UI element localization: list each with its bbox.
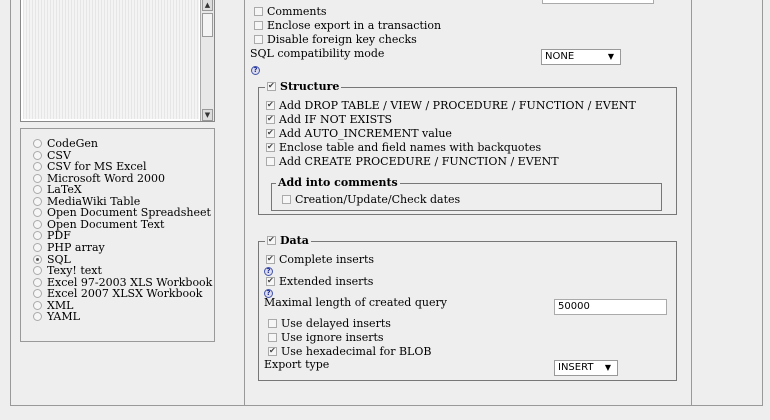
- ignore-inserts-checkbox[interactable]: [268, 333, 277, 342]
- hex-blob-checkbox[interactable]: [268, 345, 277, 357]
- dropdown-arrow-icon: ▼: [604, 363, 611, 372]
- complete-inserts-option[interactable]: Complete inserts: [266, 253, 374, 266]
- format-option[interactable]: LaTeX: [33, 184, 82, 195]
- structure-option-checkbox[interactable]: [266, 127, 275, 139]
- structure-option-label: Enclose table and field names with backq…: [279, 141, 542, 154]
- format-option[interactable]: CodeGen: [33, 138, 98, 149]
- scroll-up-icon[interactable]: ▲: [202, 0, 213, 11]
- format-option[interactable]: Excel 2007 XLSX Workbook: [33, 288, 202, 299]
- structure-option-label: Add CREATE PROCEDURE / FUNCTION / EVENT: [279, 155, 559, 168]
- delayed-inserts-option[interactable]: Use delayed inserts: [268, 318, 391, 330]
- format-radio[interactable]: [33, 312, 42, 322]
- format-option[interactable]: CSV: [33, 150, 71, 161]
- structure-option-checkbox[interactable]: [266, 99, 275, 111]
- structure-option[interactable]: Add DROP TABLE / VIEW / PROCEDURE / FUNC…: [266, 99, 636, 112]
- foreign-keys-checkbox[interactable]: [254, 35, 263, 44]
- format-radio[interactable]: [33, 162, 42, 172]
- extended-inserts-option[interactable]: Extended inserts: [266, 275, 373, 288]
- format-radio[interactable]: [33, 266, 42, 276]
- format-option[interactable]: XML: [33, 300, 73, 311]
- compat-mode-label: SQL compatibility mode: [250, 47, 385, 60]
- export-type-select[interactable]: INSERT ▼: [554, 360, 618, 376]
- format-radio[interactable]: [33, 208, 42, 218]
- compat-mode-select[interactable]: NONE ▼: [541, 49, 621, 65]
- format-radio[interactable]: [33, 231, 42, 241]
- structure-legend[interactable]: Structure: [265, 80, 342, 93]
- partial-input[interactable]: [542, 0, 654, 4]
- comments-legend: Add into comments: [276, 176, 400, 189]
- comments-checkbox[interactable]: [254, 7, 263, 16]
- format-option[interactable]: PHP array: [33, 242, 105, 253]
- table-list-scrollbar[interactable]: ▲ ▼: [200, 0, 214, 121]
- format-option[interactable]: Excel 97-2003 XLS Workbook: [33, 277, 212, 288]
- format-option[interactable]: Texy! text: [33, 265, 102, 276]
- format-radio[interactable]: [33, 300, 42, 310]
- format-option[interactable]: Microsoft Word 2000: [33, 173, 165, 184]
- structure-option-label: Add AUTO_INCREMENT value: [279, 127, 452, 140]
- ignore-inserts-option[interactable]: Use ignore inserts: [268, 332, 384, 344]
- extended-inserts-checkbox[interactable]: [266, 275, 275, 287]
- format-panel: CodeGen CSV CSV for MS Excel Microsoft Word…: [20, 128, 215, 342]
- format-option[interactable]: CSV for MS Excel: [33, 161, 147, 172]
- format-option-label: YAML: [47, 310, 80, 324]
- scroll-down-icon[interactable]: ▼: [202, 109, 213, 121]
- structure-option-checkbox[interactable]: [266, 113, 275, 125]
- transaction-checkbox[interactable]: [254, 21, 263, 30]
- format-option[interactable]: Open Document Text: [33, 219, 164, 230]
- format-radio[interactable]: [33, 139, 42, 148]
- table-select-list[interactable]: ▲ ▼: [20, 0, 215, 122]
- structure-option[interactable]: Enclose table and field names with backq…: [266, 141, 542, 154]
- format-option[interactable]: MediaWiki Table: [33, 196, 140, 207]
- format-radio[interactable]: [33, 254, 42, 264]
- foreign-keys-option[interactable]: Disable foreign key checks: [254, 34, 417, 46]
- creation-dates-checkbox[interactable]: [282, 195, 291, 204]
- help-icon[interactable]: ?: [251, 66, 260, 75]
- format-radio[interactable]: [33, 219, 42, 229]
- format-option[interactable]: PDF: [33, 230, 71, 241]
- creation-dates-option[interactable]: Creation/Update/Check dates: [282, 194, 460, 206]
- structure-option[interactable]: Add IF NOT EXISTS: [266, 113, 393, 126]
- data-legend[interactable]: Data: [265, 234, 311, 247]
- export-type-label: Export type: [264, 358, 330, 371]
- format-radio[interactable]: [33, 242, 42, 252]
- structure-option[interactable]: Add CREATE PROCEDURE / FUNCTION / EVENT: [266, 156, 559, 168]
- format-option[interactable]: YAML: [33, 311, 80, 322]
- format-option[interactable]: SQL: [33, 254, 71, 265]
- format-radio[interactable]: [33, 196, 42, 206]
- structure-option-label: Add DROP TABLE / VIEW / PROCEDURE / FUNC…: [279, 99, 636, 112]
- table-list-items[interactable]: [23, 0, 199, 119]
- comments-option[interactable]: Comments: [254, 6, 327, 18]
- structure-option-checkbox[interactable]: [266, 141, 275, 153]
- structure-option[interactable]: Add AUTO_INCREMENT value: [266, 127, 452, 140]
- structure-option-checkbox[interactable]: [266, 157, 275, 166]
- format-radio[interactable]: [33, 173, 42, 183]
- format-radio[interactable]: [33, 185, 42, 195]
- delayed-inserts-checkbox[interactable]: [268, 319, 277, 328]
- structure-option-label: Add IF NOT EXISTS: [279, 113, 393, 126]
- data-checkbox[interactable]: [267, 234, 276, 246]
- max-length-input[interactable]: 50000: [554, 299, 667, 315]
- hex-blob-option[interactable]: Use hexadecimal for BLOB: [268, 345, 431, 358]
- dropdown-arrow-icon: ▼: [607, 52, 614, 61]
- complete-inserts-checkbox[interactable]: [266, 253, 275, 265]
- format-option[interactable]: Open Document Spreadsheet: [33, 207, 211, 218]
- transaction-option[interactable]: Enclose export in a transaction: [254, 20, 441, 32]
- max-length-label: Maximal length of created query: [264, 296, 447, 309]
- format-radio[interactable]: [33, 277, 42, 287]
- format-radio[interactable]: [33, 289, 42, 299]
- format-radio[interactable]: [33, 150, 42, 160]
- scroll-thumb[interactable]: [202, 13, 213, 37]
- structure-checkbox[interactable]: [267, 80, 276, 92]
